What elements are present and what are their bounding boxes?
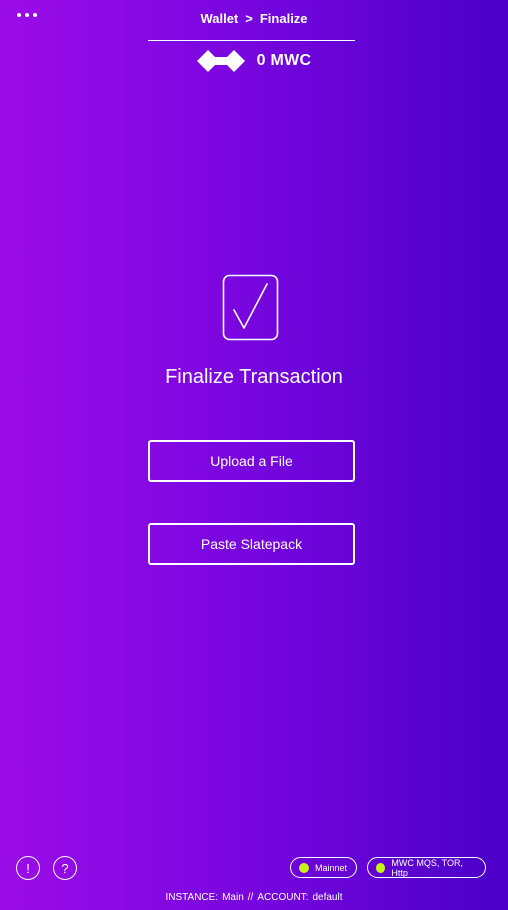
listener-status-label: MWC MQS, TOR, Http [391,857,463,878]
breadcrumb-current: Finalize [259,11,308,26]
mwc-logo-icon [196,50,245,72]
page-title: Finalize Transaction [165,366,343,388]
balance-display: 0 MWC [0,50,508,72]
network-status-label: Mainnet [314,862,347,873]
header-divider [148,40,355,41]
listener-status-dot [376,862,386,873]
paste-slatepack-button[interactable]: Paste Slatepack [148,523,355,565]
exclamation-circle-icon[interactable]: ! [16,856,40,880]
account-label: ACCOUNT: [257,892,309,903]
account-value: default [312,892,343,903]
upload-file-button[interactable]: Upload a File [148,440,355,482]
breadcrumb-separator: > [245,11,253,26]
question-circle-icon[interactable]: ? [53,856,77,880]
checkbox-check-icon [222,274,279,341]
help-glyph: ? [61,860,69,876]
instance-account-info: INSTANCE: Main // ACCOUNT: default [0,892,508,903]
listener-status-badge[interactable]: MWC MQS, TOR, Http [367,857,486,878]
breadcrumb: Wallet > Finalize [0,11,508,26]
network-status-badge[interactable]: Mainnet [290,857,357,878]
balance-amount: 0 MWC [256,52,312,69]
instance-value: Main [222,892,244,903]
footer-divider: // [247,892,254,903]
network-status-dot [299,862,309,873]
alert-glyph: ! [26,860,30,876]
breadcrumb-wallet[interactable]: Wallet [200,11,238,26]
instance-label: INSTANCE: [165,892,219,903]
